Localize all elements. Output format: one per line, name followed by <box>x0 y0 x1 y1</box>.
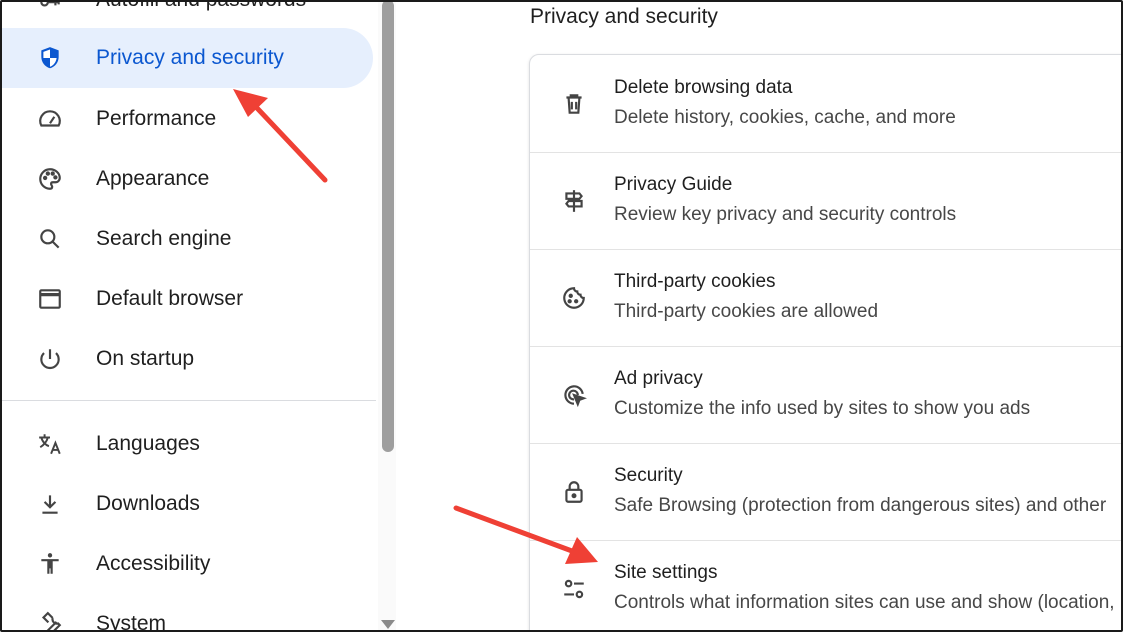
settings-sidebar: Autofill and passwords Privacy and secur… <box>0 0 380 632</box>
sidebar-item-on-startup[interactable]: On startup <box>0 329 373 389</box>
sidebar-item-label: Default browser <box>96 287 244 310</box>
sidebar-item-downloads[interactable]: Downloads <box>0 474 373 534</box>
sidebar-item-default-browser[interactable]: Default browser <box>0 269 373 329</box>
row-site-settings[interactable]: Site settings Controls what information … <box>530 540 1123 632</box>
sidebar-item-label: Autofill and passwords <box>96 0 306 12</box>
row-third-party-cookies[interactable]: Third-party cookies Third-party cookies … <box>530 249 1123 346</box>
palette-icon <box>36 165 64 193</box>
sidebar-item-label: Search engine <box>96 227 232 250</box>
row-delete-browsing-data[interactable]: Delete browsing data Delete history, coo… <box>530 55 1123 152</box>
speedometer-icon <box>36 105 64 133</box>
translate-icon <box>36 430 64 458</box>
scroll-down-arrow-icon[interactable] <box>381 620 395 629</box>
row-security[interactable]: Security Safe Browsing (protection from … <box>530 443 1123 540</box>
search-icon <box>36 225 64 253</box>
sidebar-item-label: Privacy and security <box>96 46 284 69</box>
sidebar-item-label: Performance <box>96 107 217 130</box>
sidebar-item-system[interactable]: System <box>0 594 373 632</box>
row-subtitle: Customize the info used by sites to show… <box>614 398 1031 419</box>
lock-icon <box>560 478 588 506</box>
row-title: Delete browsing data <box>614 77 793 98</box>
sidebar-item-performance[interactable]: Performance <box>0 89 373 149</box>
row-subtitle: Safe Browsing (protection from dangerous… <box>614 495 1107 516</box>
page-title: Privacy and security <box>530 5 718 28</box>
trash-icon <box>560 90 588 118</box>
sidebar-item-label: System <box>96 612 167 632</box>
sidebar-item-languages[interactable]: Languages <box>0 414 373 474</box>
ad-privacy-icon <box>560 381 588 409</box>
sidebar-item-search-engine[interactable]: Search engine <box>0 209 373 269</box>
row-subtitle: Controls what information sites can use … <box>614 592 1115 613</box>
sidebar-item-privacy-and-security[interactable]: Privacy and security <box>0 28 373 88</box>
sidebar-item-accessibility[interactable]: Accessibility <box>0 534 373 594</box>
row-title: Ad privacy <box>614 368 703 389</box>
sidebar-divider <box>0 400 376 401</box>
tune-icon <box>560 575 588 603</box>
accessibility-icon <box>36 550 64 578</box>
row-subtitle: Review key privacy and security controls <box>614 204 957 225</box>
wrench-icon <box>36 610 64 632</box>
shield-icon <box>36 44 64 72</box>
sidebar-item-autofill[interactable]: Autofill and passwords <box>0 0 373 30</box>
sidebar-item-label: On startup <box>96 347 195 370</box>
row-privacy-guide[interactable]: Privacy Guide Review key privacy and sec… <box>530 152 1123 249</box>
sidebar-item-label: Languages <box>96 432 200 455</box>
row-title: Privacy Guide <box>614 174 733 195</box>
download-icon <box>36 490 64 518</box>
cookie-icon <box>560 284 588 312</box>
sidebar-item-label: Downloads <box>96 492 200 515</box>
browser-window-icon <box>36 285 64 313</box>
sidebar-item-appearance[interactable]: Appearance <box>0 149 373 209</box>
row-title: Security <box>614 465 683 486</box>
row-title: Site settings <box>614 562 718 583</box>
sidebar-scrollbar-thumb[interactable] <box>382 0 394 452</box>
sidebar-item-label: Appearance <box>96 167 210 190</box>
power-icon <box>36 345 64 373</box>
settings-main: Privacy and security Delete browsing dat… <box>396 0 1123 632</box>
row-subtitle: Delete history, cookies, cache, and more <box>614 107 956 128</box>
signpost-icon <box>560 187 588 215</box>
row-ad-privacy[interactable]: Ad privacy Customize the info used by si… <box>530 346 1123 443</box>
sidebar-item-label: Accessibility <box>96 552 211 575</box>
row-title: Third-party cookies <box>614 271 776 292</box>
privacy-settings-card: Delete browsing data Delete history, coo… <box>529 54 1123 632</box>
row-subtitle: Third-party cookies are allowed <box>614 301 879 322</box>
autofill-icon <box>36 0 64 14</box>
